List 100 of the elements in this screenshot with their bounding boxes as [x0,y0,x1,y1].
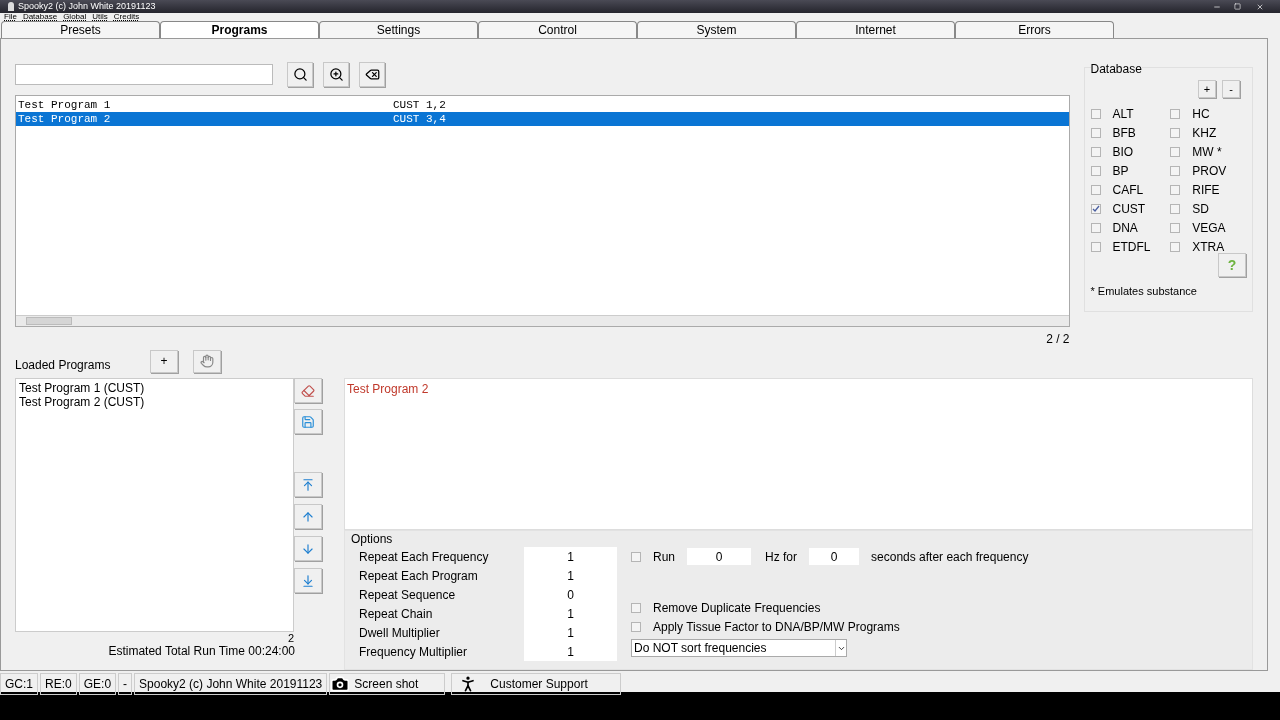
database-label: SD [1192,201,1209,218]
loaded-count: 2 [287,632,294,644]
option-checkbox[interactable] [631,602,641,613]
database-checkbox[interactable] [1170,223,1181,233]
run-label: Run [653,548,675,566]
app-icon [8,2,14,11]
database-label: CUST [1112,201,1146,218]
zoom-in-button[interactable] [323,61,349,87]
database-label: ALT [1112,106,1134,123]
database-checkbox[interactable] [1090,223,1101,233]
eraser-button[interactable] [294,378,322,403]
database-checkbox[interactable] [1090,204,1101,214]
save-icon [301,414,315,429]
status-cell: GC:1 [0,673,38,695]
tab[interactable]: Settings [319,21,478,38]
horizontal-scrollbar[interactable] [16,315,1069,326]
tab[interactable]: Presets [1,21,160,38]
database-button[interactable]: - [1222,80,1240,98]
database-checkbox[interactable] [1170,242,1181,252]
move-up-button[interactable] [294,504,322,529]
menu-item[interactable]: Global [63,13,87,21]
database-checkbox[interactable] [1170,166,1181,176]
database-button[interactable]: + [1198,80,1216,98]
database-label: KHZ [1192,125,1217,142]
backspace-icon [364,66,380,82]
database-checkbox[interactable] [1170,128,1181,138]
loaded-program[interactable]: Test Program 2 (CUST) [19,395,290,409]
database-checkbox[interactable] [1090,242,1101,252]
arrow-down-icon [301,541,315,556]
database-label: VEGA [1192,220,1226,237]
status-cell: GE:0 [78,673,117,695]
search-field[interactable] [15,63,273,85]
tab[interactable]: Programs [160,21,319,38]
database-checkbox[interactable] [1090,128,1101,138]
option-field[interactable]: 1 [524,642,617,661]
tab[interactable]: Errors [955,21,1114,38]
option-field[interactable]: 0 [524,585,617,604]
tab[interactable]: System [637,21,796,38]
program-code: CUST 3,4 [393,111,446,127]
sort-dropdown[interactable]: Do NOT sort frequencies [631,639,847,657]
program-name: Test Program 2 [18,111,112,127]
database-checkbox[interactable] [1090,147,1101,157]
scrollbar-thumb[interactable] [26,317,72,325]
close-icon [1256,2,1264,11]
customer-support-button[interactable]: Customer Support [451,673,621,695]
database-checkbox[interactable] [1090,109,1101,119]
database-label: MW * [1192,144,1222,161]
options-title: Options [351,531,394,547]
option-checkbox[interactable] [631,621,641,632]
menu-item[interactable]: File [4,13,17,21]
move-down-button[interactable] [294,536,322,561]
database-checkbox[interactable] [1090,185,1101,195]
move-bottom-icon [301,573,315,588]
option-label: Dwell Multiplier [359,624,441,642]
database-checkbox[interactable] [1170,147,1181,157]
database-checkbox[interactable] [1170,185,1181,195]
database-label: DNA [1112,220,1138,237]
hz-field[interactable]: 0 [687,548,751,565]
hand-button[interactable] [193,349,221,373]
program-row[interactable]: Test Program 1 CUST 1,2 [16,98,1069,112]
database-checkbox[interactable] [1170,109,1181,119]
dropdown-arrow-button[interactable] [835,640,846,656]
maximize-icon [1233,3,1241,10]
program-name: Test Program 1 [18,97,112,113]
database-checkbox[interactable] [1170,204,1181,214]
clear-button[interactable] [359,61,385,87]
program-count: 2 / 2 [1046,331,1070,348]
database-label: PROV [1192,163,1227,180]
option-checkbox-label: Remove Duplicate Frequencies [653,599,821,617]
menu-item[interactable]: Database [22,13,58,21]
database-label: XTRA [1192,239,1225,256]
move-top-button[interactable] [294,472,322,497]
footnote: * Emulates substance [1090,284,1198,299]
option-field[interactable]: 1 [524,623,617,642]
tab[interactable]: Internet [796,21,955,38]
status-cell: RE:0 [40,673,77,695]
save-button[interactable] [294,409,322,434]
database-checkbox[interactable] [1090,166,1101,176]
seconds-label: seconds after each frequency [871,548,1029,566]
database-label: BIO [1112,144,1134,161]
run-time: Estimated Total Run Time 00:24:00 [108,644,295,658]
option-field[interactable]: 1 [524,566,617,585]
option-field[interactable]: 1 [524,604,617,623]
option-field[interactable]: 1 [524,547,617,566]
search-button[interactable] [287,61,313,87]
run-checkbox[interactable] [631,551,641,562]
option-label: Repeat Chain [359,605,434,623]
seconds-field[interactable]: 0 [809,548,860,565]
database-label: HC [1192,106,1210,123]
arrow-up-icon [301,509,315,524]
menu-item[interactable]: Credits [113,13,140,21]
status-cell: - [118,673,133,695]
screenshot-button[interactable]: Screen shot [329,673,446,695]
program-row[interactable]: Test Program 2 CUST 3,4 [16,112,1069,126]
loaded-program[interactable]: Test Program 1 (CUST) [19,381,290,395]
menu-item[interactable]: Utils [92,13,108,21]
add-button[interactable]: + [150,349,178,373]
tab[interactable]: Control [478,21,637,38]
move-bottom-button[interactable] [294,568,322,593]
option-label: Repeat Each Frequency [359,548,490,566]
